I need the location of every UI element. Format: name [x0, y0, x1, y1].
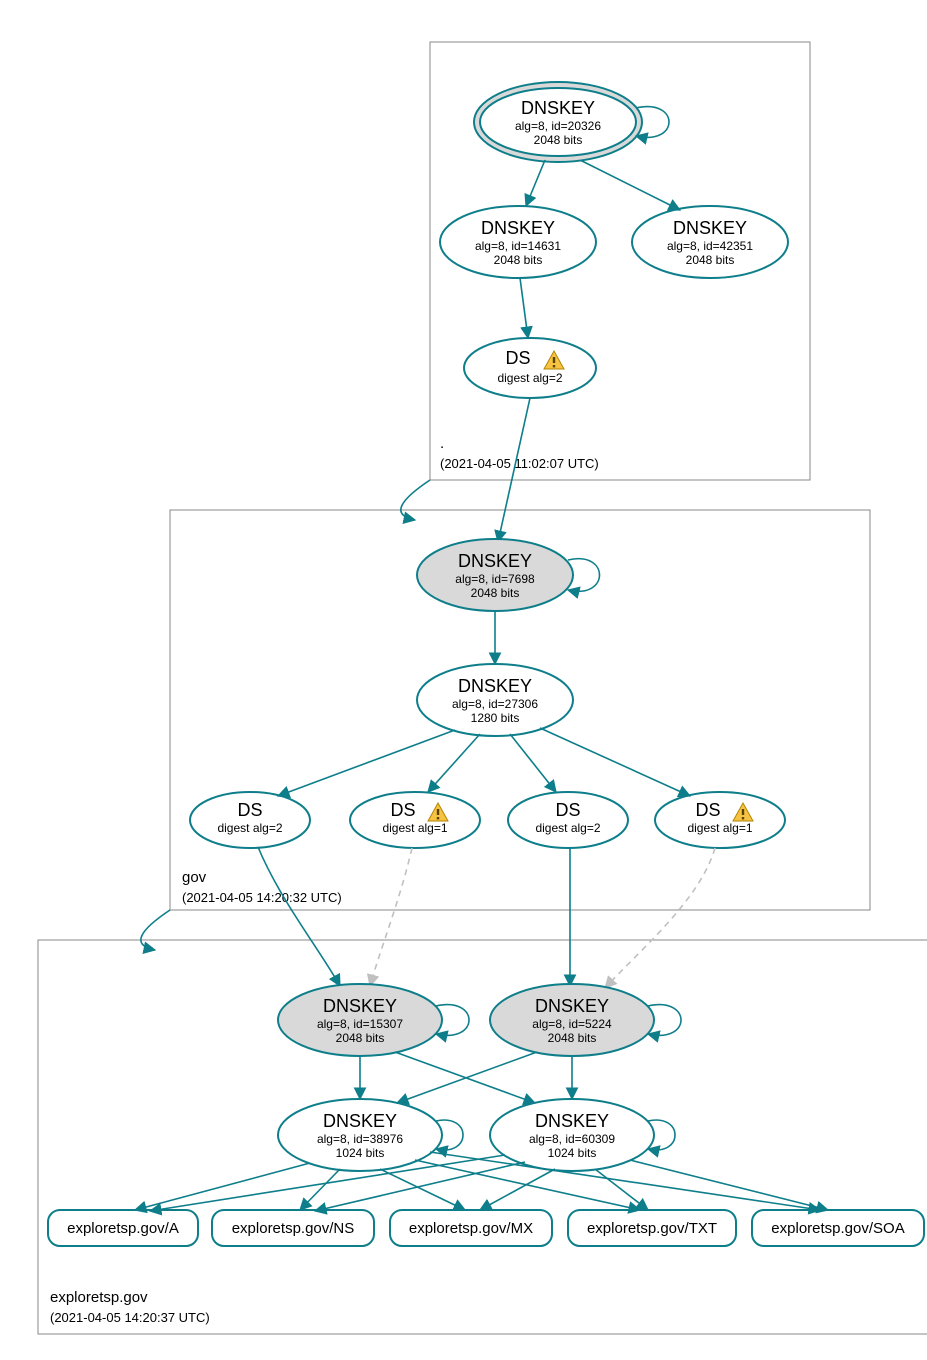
node-ex-ksk1: DNSKEY alg=8, id=15307 2048 bits	[278, 984, 442, 1056]
svg-text:exploretsp.gov/A: exploretsp.gov/A	[67, 1220, 179, 1237]
node-ex-zsk2: DNSKEY alg=8, id=60309 1024 bits	[490, 1099, 654, 1171]
svg-text:DS: DS	[555, 800, 580, 820]
node-gov-ds2: DS digest alg=1	[350, 792, 480, 848]
svg-text:1024 bits: 1024 bits	[336, 1146, 385, 1160]
record-ns: exploretsp.gov/NS	[212, 1210, 374, 1246]
svg-text:digest alg=2: digest alg=2	[497, 371, 562, 385]
edge-deleg-gov-ex	[141, 910, 170, 950]
node-gov-ds3: DS digest alg=2	[508, 792, 628, 848]
svg-text:alg=8, id=42351: alg=8, id=42351	[667, 239, 753, 253]
record-soa: exploretsp.gov/SOA	[752, 1210, 924, 1246]
svg-text:DNSKEY: DNSKEY	[458, 676, 532, 696]
edge-deleg-root-gov	[401, 480, 430, 520]
edge-govzsk-ds3	[510, 734, 556, 792]
dnssec-graph: . (2021-04-05 11:02:07 UTC) DNSKEY alg=8…	[20, 20, 927, 1340]
edge-z2-soa	[630, 1160, 828, 1210]
zone-ex-label: exploretsp.gov	[50, 1289, 148, 1306]
edge-ds1-exksk1	[258, 847, 340, 986]
zone-ex-ts: (2021-04-05 14:20:37 UTC)	[50, 1310, 210, 1325]
svg-text:alg=8, id=60309: alg=8, id=60309	[529, 1132, 615, 1146]
svg-text:DS: DS	[695, 800, 720, 820]
svg-text:digest alg=2: digest alg=2	[535, 821, 600, 835]
edge-govzsk-ds4	[540, 728, 690, 796]
svg-text:exploretsp.gov/TXT: exploretsp.gov/TXT	[587, 1220, 717, 1237]
svg-text:2048 bits: 2048 bits	[548, 1031, 597, 1045]
svg-text:DS: DS	[505, 348, 530, 368]
edge-z2-mx	[480, 1169, 555, 1210]
svg-text:digest alg=1: digest alg=1	[687, 821, 752, 835]
node-gov-ds1: DS digest alg=2	[190, 792, 310, 848]
edge-z1-ns	[300, 1169, 340, 1210]
svg-text:exploretsp.gov/SOA: exploretsp.gov/SOA	[771, 1220, 904, 1237]
zone-root-label: .	[440, 435, 444, 452]
svg-text:exploretsp.gov/MX: exploretsp.gov/MX	[409, 1220, 533, 1237]
record-a: exploretsp.gov/A	[48, 1210, 198, 1246]
node-root-zsk2: DNSKEY alg=8, id=42351 2048 bits	[632, 206, 788, 278]
node-root-ds: DS digest alg=2	[464, 338, 596, 398]
node-root-ksk: DNSKEY alg=8, id=20326 2048 bits	[474, 82, 642, 162]
svg-text:DS: DS	[237, 800, 262, 820]
edge-ds2-exksk1	[370, 848, 412, 986]
svg-text:DNSKEY: DNSKEY	[673, 218, 747, 238]
node-gov-ds4: DS digest alg=1	[655, 792, 785, 848]
svg-text:alg=8, id=38976: alg=8, id=38976	[317, 1132, 403, 1146]
record-mx: exploretsp.gov/MX	[390, 1210, 552, 1246]
edge-rootksk-zsk1	[526, 160, 545, 206]
zone-root-ts: (2021-04-05 11:02:07 UTC)	[440, 456, 599, 471]
svg-text:DNSKEY: DNSKEY	[458, 551, 532, 571]
svg-text:alg=8, id=27306: alg=8, id=27306	[452, 697, 538, 711]
svg-text:DNSKEY: DNSKEY	[535, 1111, 609, 1131]
svg-text:DNSKEY: DNSKEY	[323, 996, 397, 1016]
svg-text:alg=8, id=15307: alg=8, id=15307	[317, 1017, 403, 1031]
svg-text:1024 bits: 1024 bits	[548, 1146, 597, 1160]
svg-text:DNSKEY: DNSKEY	[323, 1111, 397, 1131]
edge-ds4-exksk2	[605, 848, 715, 988]
svg-text:2048 bits: 2048 bits	[336, 1031, 385, 1045]
edge-rootksk-zsk2	[580, 160, 680, 210]
record-txt: exploretsp.gov/TXT	[568, 1210, 736, 1246]
svg-text:1280 bits: 1280 bits	[471, 711, 520, 725]
edge-z1-mx	[380, 1169, 465, 1210]
edge-govzsk-ds1	[278, 730, 455, 796]
zone-exploretsp	[38, 940, 927, 1334]
node-gov-ksk: DNSKEY alg=8, id=7698 2048 bits	[417, 539, 573, 611]
node-root-zsk1: DNSKEY alg=8, id=14631 2048 bits	[440, 206, 596, 278]
edge-z1-a	[135, 1163, 310, 1210]
zone-gov-ts: (2021-04-05 14:20:32 UTC)	[182, 890, 342, 905]
zone-gov-label: gov	[182, 869, 207, 886]
svg-text:digest alg=2: digest alg=2	[217, 821, 282, 835]
svg-text:alg=8, id=5224: alg=8, id=5224	[532, 1017, 612, 1031]
svg-text:2048 bits: 2048 bits	[686, 253, 735, 267]
svg-text:DS: DS	[390, 800, 415, 820]
node-ex-ksk2: DNSKEY alg=8, id=5224 2048 bits	[490, 984, 654, 1056]
node-gov-zsk: DNSKEY alg=8, id=27306 1280 bits	[417, 664, 573, 736]
svg-text:DNSKEY: DNSKEY	[535, 996, 609, 1016]
edge-govzsk-ds2	[428, 734, 480, 792]
svg-text:alg=8, id=7698: alg=8, id=7698	[455, 572, 535, 586]
svg-text:digest alg=1: digest alg=1	[382, 821, 447, 835]
svg-text:DNSKEY: DNSKEY	[481, 218, 555, 238]
svg-text:2048 bits: 2048 bits	[534, 133, 583, 147]
edge-rootzsk1-ds	[520, 278, 528, 338]
svg-text:2048 bits: 2048 bits	[471, 586, 520, 600]
svg-text:exploretsp.gov/NS: exploretsp.gov/NS	[232, 1220, 355, 1237]
svg-text:alg=8, id=14631: alg=8, id=14631	[475, 239, 561, 253]
svg-text:DNSKEY: DNSKEY	[521, 98, 595, 118]
svg-text:alg=8, id=20326: alg=8, id=20326	[515, 119, 601, 133]
svg-text:2048 bits: 2048 bits	[494, 253, 543, 267]
edge-z2-txt	[595, 1169, 648, 1210]
